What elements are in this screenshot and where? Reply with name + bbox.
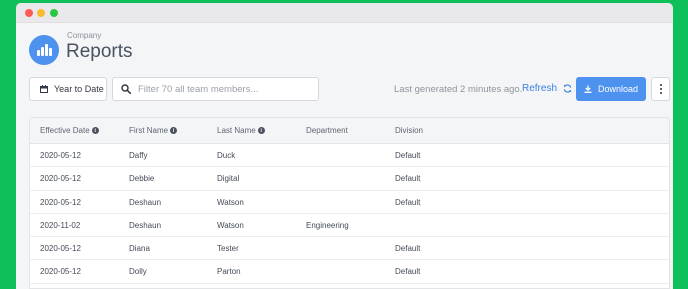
report-table: Effective Date i First Name i Last Name … (29, 117, 670, 289)
app-window: Company Reports Year to Date Last genera… (16, 3, 673, 289)
table-header: Effective Date i First Name i Last Name … (30, 118, 669, 144)
page-title: Reports (66, 41, 133, 62)
toolbar: Year to Date Last generated 2 minutes ag… (29, 77, 672, 103)
cell-last-name: Watson (217, 220, 244, 230)
cell-first-name: Diana (129, 244, 150, 254)
info-icon[interactable]: i (170, 127, 178, 134)
cell-effective-date: 2020-05-12 (40, 174, 81, 184)
cell-last-name: Parton (217, 267, 241, 277)
calendar-icon (40, 85, 48, 93)
cell-first-name: Deshaun (129, 197, 162, 207)
refresh-icon (563, 84, 572, 93)
page-header: Company Reports (29, 31, 329, 67)
cell-effective-date: 2020-11-02 (40, 220, 81, 230)
search-box[interactable] (112, 77, 319, 101)
refresh-link[interactable]: Refresh (522, 83, 572, 94)
download-icon (584, 85, 592, 93)
table-row[interactable]: 2020-11-02 Deshaun Watson Engineering (30, 214, 669, 238)
cell-effective-date: 2020-05-12 (40, 197, 81, 207)
table-row[interactable]: 2020-05-12 Daffy Duck Default (30, 144, 669, 168)
cell-division: Default (395, 244, 421, 254)
column-header-effective-date[interactable]: Effective Date i (40, 126, 99, 135)
cell-last-name: Digital (217, 174, 240, 184)
cell-division: Default (395, 267, 421, 277)
info-icon[interactable]: i (257, 127, 265, 134)
cell-effective-date: 2020-05-12 (40, 267, 81, 277)
cell-effective-date: 2020-05-12 (40, 244, 81, 254)
column-header-department[interactable]: Department (306, 126, 348, 135)
minimize-window-button[interactable] (37, 9, 45, 17)
date-range-label: Year to Date (54, 84, 104, 94)
table-row[interactable]: 2020-05-12 Diana Tester Default (30, 237, 669, 261)
cell-first-name: Daffy (129, 151, 148, 160)
company-label: Company (67, 31, 102, 40)
search-input[interactable] (138, 83, 308, 95)
cell-last-name: Tester (217, 244, 239, 254)
search-icon (121, 84, 131, 94)
cell-first-name: Dolly (129, 267, 147, 277)
maximize-window-button[interactable] (50, 9, 58, 17)
info-icon[interactable]: i (91, 127, 99, 134)
cell-department: Engineering (306, 220, 349, 230)
date-range-button[interactable]: Year to Date (29, 77, 107, 101)
table-row[interactable]: 2020-05-12 Debbie Digital Default (30, 167, 669, 191)
cell-first-name: Debbie (129, 174, 155, 184)
cell-last-name: Watson (217, 197, 244, 207)
last-generated-text: Last generated 2 minutes ago. (394, 84, 523, 95)
table-row[interactable]: 2020-05-12 Dolly Parton Default (30, 260, 669, 284)
cell-division: Default (395, 197, 421, 207)
cell-division: Default (395, 174, 421, 184)
refresh-label: Refresh (522, 83, 558, 94)
more-vertical-icon[interactable] (651, 77, 670, 101)
table-row[interactable]: 2020-05-12 Deshaun Watson Default (30, 191, 669, 214)
download-label: Download (597, 84, 639, 94)
window-titlebar (16, 3, 673, 23)
column-header-division[interactable]: Division (395, 126, 423, 135)
cell-first-name: Deshaun (129, 220, 162, 230)
bar-chart-icon (29, 35, 59, 65)
column-header-last-name[interactable]: Last Name i (217, 126, 265, 135)
download-button[interactable]: Download (576, 77, 646, 101)
column-header-first-name[interactable]: First Name i (129, 126, 178, 135)
close-window-button[interactable] (25, 9, 33, 17)
cell-last-name: Duck (217, 151, 236, 160)
cell-division: Default (395, 151, 421, 160)
cell-effective-date: 2020-05-12 (40, 151, 81, 160)
